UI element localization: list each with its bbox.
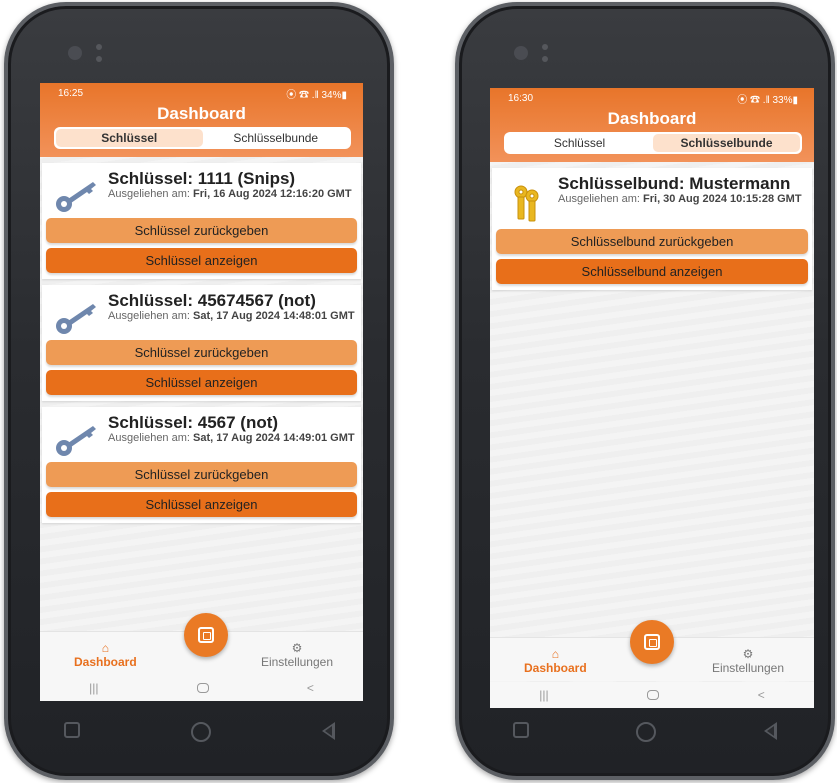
key-icon — [46, 413, 108, 457]
nav-settings-label: Einstellungen — [711, 661, 784, 675]
show-key-button[interactable]: Schlüssel anzeigen — [46, 370, 357, 395]
show-key-button[interactable]: Schlüssel anzeigen — [46, 492, 357, 517]
nav-settings[interactable]: ⚙ Einstellungen — [712, 638, 784, 681]
recents-hw-icon — [63, 722, 80, 738]
nav-dashboard[interactable]: ⌂ Dashboard — [524, 638, 587, 681]
tab-schluesselbunde[interactable]: Schlüsselbunde — [653, 134, 800, 152]
hardware-nav — [459, 722, 831, 742]
nfc-icon — [197, 627, 214, 643]
home-icon: ⌂ — [551, 647, 559, 661]
tab-schluesselbunde[interactable]: Schlüsselbunde — [203, 129, 350, 147]
stage: 16:25 ⦿ ☎ .‖ 34%▮ Dashboard Schlüssel Sc… — [0, 0, 837, 783]
card-title: Schlüssel: 45674567 (not) — [108, 291, 316, 310]
keychain-card: Schlüsselbund: Mustermann Ausgeliehen am… — [492, 168, 812, 290]
nfc-icon — [644, 634, 660, 650]
app-header: 16:30 ⦿ ☎ .‖ 33%▮ Dashboard Schlüssel Sc… — [490, 88, 814, 162]
key-icon — [46, 291, 108, 335]
scan-fab-button[interactable] — [630, 620, 674, 664]
camera-icon — [514, 46, 528, 60]
status-bar: 16:30 ⦿ ☎ .‖ 33%▮ — [490, 88, 814, 108]
nav-dashboard[interactable]: ⌂ Dashboard — [74, 632, 137, 675]
hardware-nav — [8, 722, 390, 742]
status-icons: ⦿ ☎ .‖ 33%▮ — [737, 94, 798, 106]
gear-icon: ⚙ — [291, 641, 303, 655]
back-icon[interactable]: < — [758, 688, 765, 702]
return-key-button[interactable]: Schlüssel zurückgeben — [46, 218, 357, 243]
recents-icon[interactable]: ||| — [89, 681, 98, 695]
segmented-control: Schlüssel Schlüsselbunde — [54, 127, 351, 149]
recents-hw-icon — [512, 722, 529, 738]
card-title: Schlüssel: 4567 (not) — [108, 413, 279, 432]
segmented-control: Schlüssel Schlüsselbunde — [504, 132, 802, 154]
back-hw-icon — [764, 722, 778, 740]
system-nav-bar: ||| < — [490, 682, 814, 708]
nav-dashboard-label: Dashboard — [524, 661, 587, 675]
card-date: Ausgeliehen am: Sat, 17 Aug 2024 14:48:0… — [108, 310, 355, 322]
card-title: Schlüssel: 1111 (Snips) — [108, 169, 296, 188]
card-title: Schlüsselbund: Mustermann — [558, 174, 791, 193]
page-title: Dashboard — [607, 109, 697, 128]
back-icon[interactable]: < — [307, 681, 314, 695]
key-card: Schlüssel: 45674567 (not) Ausgeliehen am… — [42, 285, 361, 401]
scan-fab-button[interactable] — [183, 613, 228, 657]
nav-settings-label: Einstellungen — [260, 655, 333, 669]
home-button-icon[interactable] — [196, 683, 209, 693]
tab-schluessel[interactable]: Schlüssel — [506, 134, 653, 152]
system-nav-bar: ||| < — [40, 675, 363, 701]
return-key-button[interactable]: Schlüssel zurückgeben — [46, 340, 357, 365]
gear-icon: ⚙ — [742, 647, 754, 661]
show-keychain-button[interactable]: Schlüsselbund anzeigen — [496, 259, 808, 284]
home-hw-icon — [636, 722, 657, 742]
home-button-icon[interactable] — [647, 690, 660, 700]
recents-icon[interactable]: ||| — [539, 688, 548, 702]
card-date: Ausgeliehen am: Fri, 16 Aug 2024 12:16:2… — [108, 188, 352, 200]
home-hw-icon — [190, 722, 211, 742]
return-keychain-button[interactable]: Schlüsselbund zurückgeben — [496, 229, 808, 254]
status-time: 16:25 — [58, 87, 84, 99]
back-hw-icon — [321, 722, 335, 740]
tab-schluessel[interactable]: Schlüssel — [56, 129, 203, 147]
app-header: 16:25 ⦿ ☎ .‖ 34%▮ Dashboard Schlüssel Sc… — [40, 83, 363, 157]
key-card: Schlüssel: 1111 (Snips) Ausgeliehen am: … — [42, 163, 361, 279]
return-key-button[interactable]: Schlüssel zurückgeben — [46, 462, 357, 487]
nav-settings[interactable]: ⚙ Einstellungen — [261, 632, 333, 675]
page-title: Dashboard — [157, 104, 246, 123]
keychain-icon — [496, 174, 558, 224]
screen-right: 16:30 ⦿ ☎ .‖ 33%▮ Dashboard Schlüssel Sc… — [490, 88, 814, 708]
nav-dashboard-label: Dashboard — [74, 655, 137, 669]
status-time: 16:30 — [508, 92, 534, 104]
status-icons: ⦿ ☎ .‖ 34%▮ — [286, 89, 347, 101]
home-icon: ⌂ — [101, 641, 109, 655]
camera-icon — [68, 46, 82, 60]
key-card: Schlüssel: 4567 (not) Ausgeliehen am: Sa… — [42, 407, 361, 523]
status-bar: 16:25 ⦿ ☎ .‖ 34%▮ — [40, 83, 363, 103]
screen-left: 16:25 ⦿ ☎ .‖ 34%▮ Dashboard Schlüssel Sc… — [40, 83, 363, 701]
show-key-button[interactable]: Schlüssel anzeigen — [46, 248, 357, 273]
key-icon — [46, 169, 108, 213]
card-date: Ausgeliehen am: Sat, 17 Aug 2024 14:49:0… — [108, 432, 355, 444]
card-date: Ausgeliehen am: Fri, 30 Aug 2024 10:15:2… — [558, 193, 802, 205]
